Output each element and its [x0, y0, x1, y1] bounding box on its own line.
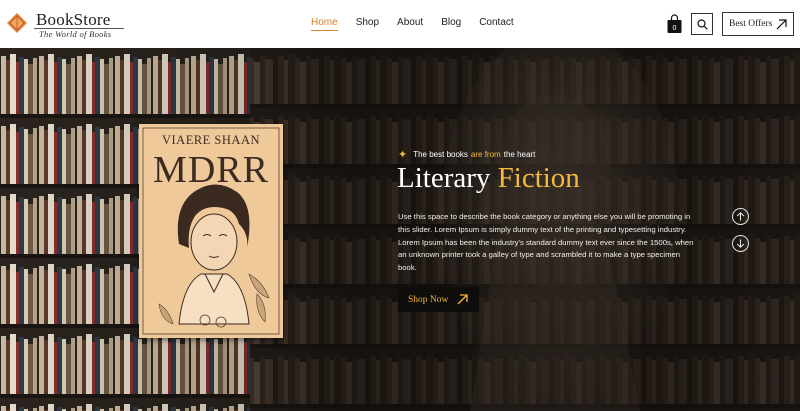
- search-icon: [696, 18, 708, 30]
- nav-about[interactable]: About: [397, 17, 423, 31]
- sparkle-icon: ✦: [398, 149, 408, 161]
- nav-blog[interactable]: Blog: [441, 17, 461, 31]
- nav-home[interactable]: Home: [311, 17, 338, 31]
- kicker-highlight: are from: [470, 150, 501, 159]
- arrow-up-right-icon: [776, 19, 787, 30]
- hero-slider: VIAERE SHAAN MDRR ✦ The best books are f…: [0, 48, 800, 411]
- arrow-down-circle-icon: [736, 239, 745, 248]
- kicker-post: the heart: [503, 150, 536, 159]
- nav-contact[interactable]: Contact: [479, 17, 513, 31]
- cart-count: 0: [673, 25, 677, 32]
- hero-kicker: ✦ The best books are from the heart: [398, 148, 535, 161]
- arrow-up-circle-icon: [736, 212, 745, 221]
- featured-book-cover[interactable]: VIAERE SHAAN MDRR: [139, 124, 283, 338]
- slider-prev-button[interactable]: [732, 208, 749, 225]
- site-header: BookStore The World of Books Home Shop A…: [0, 0, 800, 48]
- brand-name: BookStore: [36, 10, 111, 29]
- shop-now-button[interactable]: Shop Now: [398, 287, 479, 312]
- main-nav: Home Shop About Blog Contact: [311, 17, 532, 31]
- nav-shop[interactable]: Shop: [356, 17, 379, 31]
- brand-logo[interactable]: BookStore The World of Books: [6, 8, 124, 42]
- hero-headline: Literary Fiction: [397, 162, 580, 195]
- brand-tagline: The World of Books: [39, 29, 112, 39]
- headline-main: Literary: [397, 162, 491, 194]
- slider-next-button[interactable]: [732, 235, 749, 252]
- best-offers-button[interactable]: Best Offers: [722, 12, 794, 36]
- arrow-up-right-icon: [457, 294, 468, 305]
- cart-button[interactable]: 0: [667, 14, 682, 34]
- shop-now-label: Shop Now: [408, 294, 449, 305]
- diamond-book-icon: [7, 13, 27, 33]
- hero-description: Use this space to describe the book cate…: [398, 212, 694, 273]
- book-cover-portrait-illustration: [142, 127, 280, 335]
- headline-accent: Fiction: [497, 162, 580, 194]
- kicker-pre: The best books: [413, 150, 468, 159]
- best-offers-label: Best Offers: [729, 19, 773, 29]
- shopping-bag-icon: 0: [667, 14, 682, 33]
- search-button[interactable]: [691, 13, 713, 35]
